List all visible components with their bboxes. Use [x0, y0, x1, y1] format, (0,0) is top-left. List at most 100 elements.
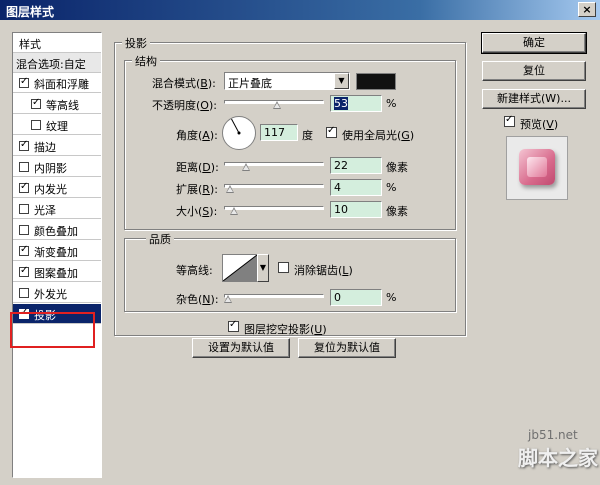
noise-slider-thumb[interactable]: [224, 295, 233, 303]
dialog-body: 样式 混合选项:自定 斜面和浮雕等高线纹理描边内阴影内发光光泽颜色叠加渐变叠加图…: [0, 20, 600, 485]
style-list-item[interactable]: 斜面和浮雕: [13, 73, 101, 93]
distance-input[interactable]: 22: [330, 157, 382, 174]
style-item-label: 等高线: [46, 99, 79, 112]
size-slider-thumb[interactable]: [230, 207, 239, 215]
spread-label: 扩展(R):: [176, 183, 218, 196]
blend-mode-select[interactable]: 正片叠底 ▼: [224, 72, 350, 90]
style-list-item[interactable]: 颜色叠加: [13, 220, 101, 240]
style-item-label: 图案叠加: [34, 267, 78, 280]
angle-unit: 度: [302, 129, 313, 142]
distance-track: [224, 162, 324, 166]
shadow-color-swatch[interactable]: [356, 73, 396, 90]
size-slider[interactable]: [224, 204, 324, 215]
noise-unit: %: [386, 291, 397, 304]
style-item-checkbox[interactable]: [19, 204, 29, 214]
knockout-label: 图层挖空投影(U): [244, 323, 327, 336]
opacity-unit: %: [386, 97, 397, 110]
opacity-slider-thumb[interactable]: [273, 101, 282, 109]
reset-default-button[interactable]: 复位为默认值: [298, 338, 396, 358]
preview-label: 预览(V): [520, 118, 559, 131]
style-item-label: 纹理: [46, 120, 68, 133]
opacity-input[interactable]: 53: [330, 95, 382, 112]
distance-slider-thumb[interactable]: [242, 163, 251, 171]
style-item-label: 描边: [34, 141, 56, 154]
window-title: 图层样式: [6, 5, 55, 19]
style-item-checkbox[interactable]: [31, 120, 41, 130]
angle-dial[interactable]: [222, 116, 256, 150]
style-item-label: 光泽: [34, 204, 56, 217]
drop-shadow-title: 投影: [122, 35, 150, 51]
chevron-down-icon[interactable]: ▼: [257, 254, 269, 282]
style-item-label: 外发光: [34, 288, 67, 301]
spread-track: [224, 184, 324, 188]
style-list-item[interactable]: 纹理: [13, 115, 101, 135]
style-list-header-label: 样式: [19, 38, 41, 51]
style-item-checkbox[interactable]: [19, 225, 29, 235]
style-list-item[interactable]: 内发光: [13, 178, 101, 198]
blend-mode-value: 正片叠底: [228, 77, 272, 90]
size-label: 大小(S):: [176, 205, 218, 218]
style-list-item[interactable]: 内阴影: [13, 157, 101, 177]
opacity-label: 不透明度(O):: [152, 99, 217, 112]
style-list-item[interactable]: 等高线: [13, 94, 101, 114]
style-list-item[interactable]: 图案叠加: [13, 262, 101, 282]
style-item-checkbox[interactable]: [19, 76, 29, 88]
spread-slider-thumb[interactable]: [226, 185, 235, 193]
size-unit: 像素: [386, 205, 408, 218]
blend-mode-label: 混合模式(B):: [152, 77, 216, 90]
angle-label: 角度(A):: [176, 129, 218, 142]
make-default-button[interactable]: 设置为默认值: [192, 338, 290, 358]
antialias-checkbox[interactable]: [278, 262, 289, 273]
ok-button[interactable]: 确定: [481, 32, 587, 54]
style-item-label: 渐变叠加: [34, 246, 78, 259]
spread-input[interactable]: 4: [330, 179, 382, 196]
preview-checkbox[interactable]: [504, 114, 515, 127]
reset-button[interactable]: 复位: [482, 61, 586, 81]
preview-shape: [519, 149, 555, 185]
chevron-down-icon: ▼: [334, 73, 349, 89]
angle-input[interactable]: 117: [260, 124, 298, 141]
distance-slider[interactable]: [224, 160, 324, 171]
annotation-highlight: [10, 312, 95, 348]
close-icon: ×: [582, 3, 592, 16]
style-list-item[interactable]: 渐变叠加: [13, 241, 101, 261]
size-input[interactable]: 10: [330, 201, 382, 218]
watermark-site: jb51.net: [528, 428, 578, 442]
global-light-checkbox[interactable]: [326, 125, 337, 138]
knockout-checkbox[interactable]: [228, 319, 239, 332]
noise-input[interactable]: 0: [330, 289, 382, 306]
style-item-checkbox[interactable]: [31, 97, 41, 109]
noise-track: [224, 294, 324, 298]
style-list-item[interactable]: 描边: [13, 136, 101, 156]
noise-slider[interactable]: [224, 292, 324, 303]
new-style-button[interactable]: 新建样式(W)...: [482, 89, 586, 109]
spread-unit: %: [386, 181, 397, 194]
contour-label: 等高线:: [176, 264, 213, 277]
style-list-header[interactable]: 样式: [13, 33, 101, 53]
size-track: [224, 206, 324, 210]
blend-options-label: 混合选项:自定: [16, 58, 86, 71]
linear-contour-icon: [223, 255, 257, 281]
blend-options-item[interactable]: 混合选项:自定: [13, 53, 101, 73]
style-item-label: 斜面和浮雕: [34, 78, 89, 91]
style-item-label: 内阴影: [34, 162, 67, 175]
style-item-checkbox[interactable]: [19, 181, 29, 193]
watermark-brand: 脚本之家: [518, 446, 598, 470]
structure-title: 结构: [132, 53, 160, 69]
distance-unit: 像素: [386, 161, 408, 174]
style-item-checkbox[interactable]: [19, 244, 29, 256]
style-item-checkbox[interactable]: [19, 265, 29, 277]
style-item-label: 内发光: [34, 183, 67, 196]
style-item-checkbox[interactable]: [19, 162, 29, 172]
spread-slider[interactable]: [224, 182, 324, 193]
style-list-item[interactable]: 外发光: [13, 283, 101, 303]
style-item-checkbox[interactable]: [19, 288, 29, 298]
style-list-item[interactable]: 光泽: [13, 199, 101, 219]
style-preview: [506, 136, 568, 200]
style-item-checkbox[interactable]: [19, 139, 29, 151]
opacity-slider[interactable]: [224, 98, 324, 109]
close-button[interactable]: ×: [578, 2, 596, 17]
contour-picker[interactable]: ▼: [222, 254, 269, 282]
global-light-label: 使用全局光(G): [342, 129, 415, 142]
antialias-label: 消除锯齿(L): [294, 264, 353, 277]
